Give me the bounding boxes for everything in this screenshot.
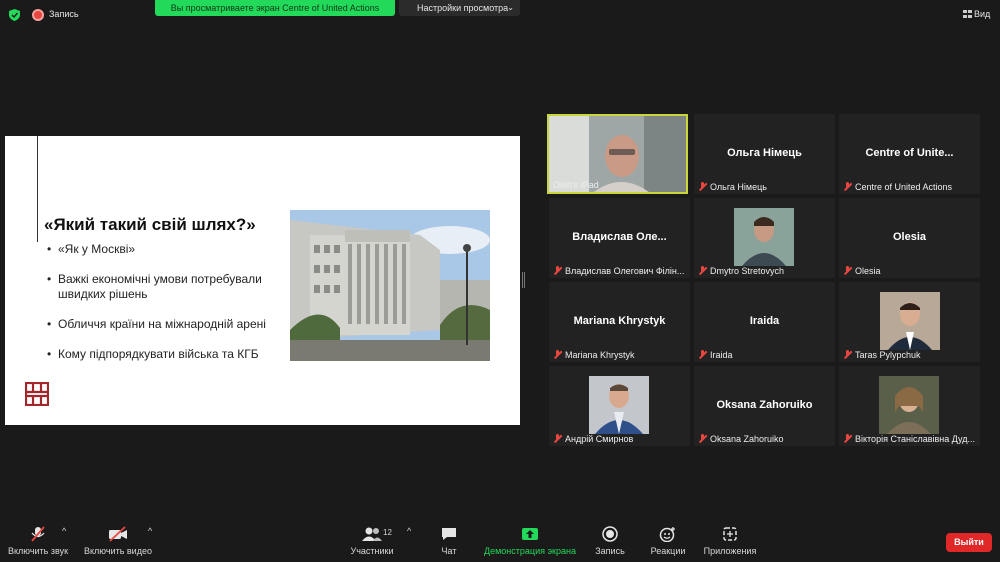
record-label: Запись	[595, 546, 625, 556]
participant-name: Вікторія Станіславівна Дуд...	[843, 434, 975, 444]
share-screen-label: Демонстрация экрана	[484, 546, 576, 556]
shield-icon[interactable]	[9, 9, 20, 21]
apps-label: Приложения	[703, 546, 757, 556]
recording-label: Запись	[49, 9, 79, 19]
participant-center-name: Ольга Німець	[727, 147, 802, 159]
participant-photo	[879, 376, 939, 434]
participant-tile[interactable]: Olesia Olesia	[839, 198, 980, 278]
resize-handle[interactable]	[522, 272, 525, 288]
mic-muted-icon	[698, 350, 707, 359]
share-screen-button[interactable]: Демонстрация экрана	[484, 526, 576, 556]
view-button[interactable]: Вид	[963, 9, 990, 19]
participant-center-name: Centre of Unite...	[865, 147, 954, 159]
mic-muted-icon	[698, 266, 707, 275]
participant-center-name: Iraida	[749, 315, 780, 327]
participant-photo	[880, 292, 940, 350]
slide-divider	[37, 136, 38, 242]
mic-muted-icon	[843, 266, 852, 275]
participant-tile[interactable]: Oleh's iPad	[547, 114, 688, 194]
participant-center-name: Владислав Оле...	[572, 231, 667, 243]
view-settings-label: Настройки просмотра	[417, 3, 509, 13]
participant-center-name: Olesia	[892, 231, 927, 243]
mic-muted-icon	[553, 434, 562, 443]
leave-button[interactable]: Выйти	[946, 533, 992, 552]
share-screen-icon	[522, 528, 538, 540]
slide-bullets: «Як у Москві» Важкі економічні умови пот…	[47, 242, 287, 362]
shared-screen: «Який такий свій шлях?» «Як у Москві» Ва…	[5, 136, 520, 425]
participant-name: Iraida	[698, 350, 733, 360]
start-video-button[interactable]: Включить видео	[83, 526, 153, 556]
slide-bullet: «Як у Москві»	[47, 242, 287, 257]
mic-muted-icon	[553, 266, 562, 275]
reactions-label: Реакции	[650, 546, 686, 556]
mic-muted-icon	[843, 182, 852, 191]
video-options-caret[interactable]: ^	[148, 526, 152, 536]
smiley-icon	[659, 527, 675, 542]
participant-tile[interactable]: Ольга Німець Ольга Німець	[694, 114, 835, 194]
participant-tile[interactable]: Владислав Оле... Владислав Олегович Філі…	[549, 198, 690, 278]
slide-bullet: Важкі економічні умови потребували швидк…	[47, 272, 287, 302]
start-video-label: Включить видео	[84, 546, 152, 556]
slide-bullet: Обличчя країни на міжнародній арені	[47, 317, 287, 332]
chat-icon	[442, 528, 456, 540]
record-icon	[602, 526, 618, 542]
audio-options-caret[interactable]: ^	[62, 526, 66, 536]
participant-tile[interactable]: Oksana Zahoruiko Oksana Zahoruiko	[694, 366, 835, 446]
mic-muted-icon	[698, 182, 707, 191]
unmute-label: Включить звук	[7, 546, 69, 556]
view-settings-button[interactable]: Настройки просмотра ⌄	[399, 0, 520, 16]
participant-name: Oleh's iPad	[553, 180, 599, 190]
reactions-button[interactable]: Реакции	[650, 526, 686, 556]
meeting-toolbar: Включить звук ^ Включить видео ^ Участни…	[0, 520, 1000, 562]
chat-label: Чат	[441, 546, 457, 556]
mic-muted-icon	[553, 350, 562, 359]
participant-tile[interactable]: Taras Pylypchuk	[839, 282, 980, 362]
participants-label: Участники	[350, 546, 394, 556]
participant-name: Ольга Німець	[698, 182, 767, 192]
participant-name: Taras Pylypchuk	[843, 350, 921, 360]
record-button[interactable]: Запись	[594, 526, 626, 556]
organization-logo	[25, 382, 49, 406]
participant-tile[interactable]: Dmytro Stretovych	[694, 198, 835, 278]
participant-tile[interactable]: Centre of Unite... Centre of United Acti…	[839, 114, 980, 194]
participant-name: Владислав Олегович Філін...	[553, 266, 684, 276]
recording-icon	[32, 9, 44, 21]
participant-name: Андрій Смирнов	[553, 434, 633, 444]
participant-name: Dmytro Stretovych	[698, 266, 784, 276]
apps-button[interactable]: Приложения	[703, 526, 757, 556]
participant-tile[interactable]: Iraida Iraida	[694, 282, 835, 362]
slide-bullet: Кому підпорядкувати війська та КГБ	[47, 347, 287, 362]
chevron-down-icon: ⌄	[507, 3, 514, 12]
unmute-button[interactable]: Включить звук	[7, 526, 69, 556]
grid-icon	[963, 10, 972, 18]
participant-center-name: Mariana Khrystyk	[573, 315, 666, 327]
participant-center-name: Oksana Zahoruiko	[716, 399, 813, 411]
participant-name: Olesia	[843, 266, 881, 276]
participants-count: 12	[383, 528, 392, 537]
participants-options-caret[interactable]: ^	[407, 526, 411, 536]
view-label: Вид	[974, 9, 991, 19]
top-bar: Запись Вы просматриваете экран Centre of…	[0, 0, 1000, 30]
mic-muted-icon	[843, 350, 852, 359]
slide-title: «Який такий свій шлях?»	[44, 215, 256, 234]
participant-name: Mariana Khrystyk	[553, 350, 635, 360]
chat-button[interactable]: Чат	[436, 526, 462, 556]
camera-off-icon	[109, 526, 127, 542]
mic-muted-icon	[698, 434, 707, 443]
participants-icon	[362, 527, 382, 541]
participant-tile[interactable]: Mariana Khrystyk Mariana Khrystyk	[549, 282, 690, 362]
mic-muted-icon	[31, 526, 45, 542]
mic-muted-icon	[843, 434, 852, 443]
participant-photo	[734, 208, 794, 266]
participant-photo	[589, 376, 649, 434]
building-photo	[290, 210, 490, 361]
apps-icon	[723, 527, 737, 541]
participant-tile[interactable]: Андрій Смирнов	[549, 366, 690, 446]
participant-name: Oksana Zahoruiko	[698, 434, 784, 444]
participant-name: Centre of United Actions	[843, 182, 952, 192]
share-banner: Вы просматриваете экран Centre of United…	[155, 0, 395, 16]
participant-tile[interactable]: Вікторія Станіславівна Дуд...	[839, 366, 980, 446]
